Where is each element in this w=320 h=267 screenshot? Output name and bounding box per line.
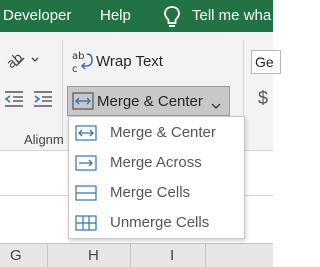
menu-item-unmerge-cells[interactable]: Unmerge Cells [69,208,244,238]
merge-center-label: Merge & Center [97,93,203,110]
merge-across-icon [75,155,97,176]
svg-text:c: c [72,64,78,75]
column-headers: G H I [0,243,273,267]
merge-dropdown-menu: Merge & Center Merge Across Merge Cells [68,116,245,239]
menu-item-merge-center[interactable]: Merge & Center [69,118,244,148]
alignment-group-label: Alignm [24,132,64,147]
lightbulb-icon [162,5,182,34]
merge-cells-icon [75,185,97,206]
decrease-indent-icon [3,91,25,114]
menu-item-label: Merge Cells [110,184,191,201]
menu-item-merge-cells[interactable]: Merge Cells [69,178,244,208]
number-format-select[interactable]: Ge [251,50,281,74]
increase-indent-button[interactable] [32,88,54,110]
merge-center-icon [72,92,94,115]
column-divider[interactable] [205,244,206,267]
orientation-icon: ab [4,50,40,76]
orientation-button[interactable]: ab [4,48,40,72]
tab-help[interactable]: Help [100,7,131,24]
tell-me-search[interactable]: Tell me wha [160,3,273,29]
menu-item-label: Merge Across [110,154,202,171]
menu-item-label: Merge & Center [110,124,216,141]
column-divider[interactable] [130,244,131,267]
currency-format-button[interactable]: $ [258,88,268,109]
wrap-text-button[interactable]: ab c Wrap Text [70,48,180,76]
column-header-g[interactable]: G [10,247,22,264]
increase-indent-icon [32,91,54,114]
wrap-text-icon: ab c [70,48,94,81]
ribbon-tab-bar: Developer Help Tell me wha [0,0,273,32]
wrap-text-label: Wrap Text [96,53,163,70]
tab-developer[interactable]: Developer [3,7,71,24]
group-divider [62,40,63,144]
chevron-down-icon[interactable] [211,97,221,115]
tell-me-label: Tell me wha [192,7,272,24]
column-header-i[interactable]: I [170,247,174,264]
svg-text:ab: ab [72,51,84,62]
column-header-h[interactable]: H [88,247,99,264]
merge-center-button[interactable]: Merge & Center [67,86,230,116]
unmerge-cells-icon [75,215,97,236]
menu-item-label: Unmerge Cells [110,214,210,231]
menu-item-merge-across[interactable]: Merge Across [69,148,244,178]
svg-text:ab: ab [4,50,26,72]
decrease-indent-button[interactable] [3,88,25,110]
column-divider[interactable] [47,244,48,267]
number-format-value: Ge [255,54,274,70]
merge-center-icon [75,125,97,146]
